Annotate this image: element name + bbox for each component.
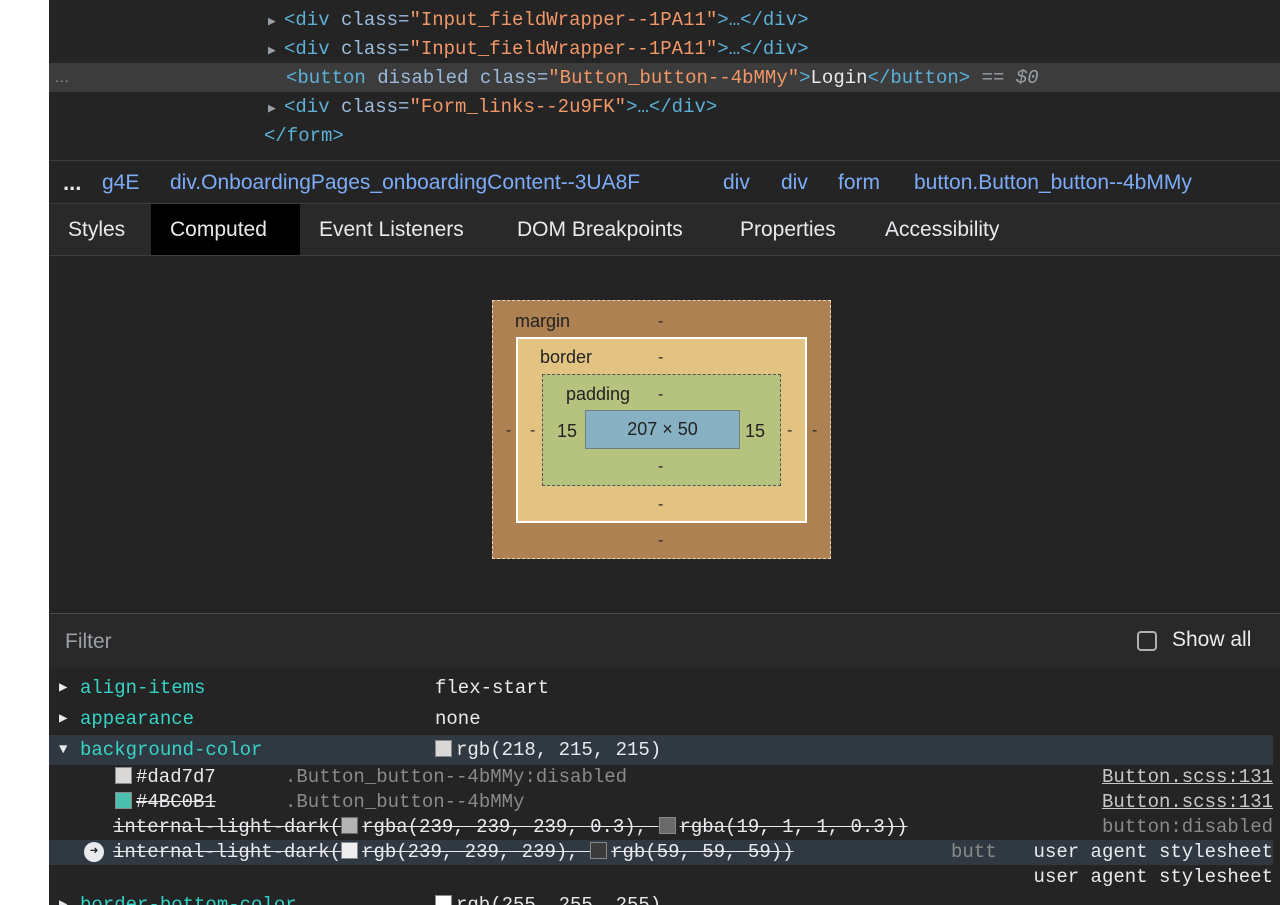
margin-left-value[interactable]: - <box>506 422 511 440</box>
breadcrumb-item[interactable]: div.OnboardingPages_onboardingContent--3… <box>170 161 640 204</box>
box-model-pane: 207 × 50 margin - border - padding - - -… <box>49 256 1280 716</box>
breadcrumb: ... g4E div.OnboardingPages_onboardingCo… <box>49 160 1280 204</box>
elements-dom-tree: ... ▶ <div class="Input_fieldWrapper--1PA… <box>49 0 1280 160</box>
color-swatch-icon[interactable] <box>435 895 452 905</box>
dom-node-form-links[interactable]: ▶ <div class="Form_links--2u9FK">…</div> <box>268 93 717 121</box>
dom-node-input-wrapper-2[interactable]: ▶ <div class="Input_fieldWrapper--1PA11">… <box>268 35 809 63</box>
sidebar-tabs: Styles Computed Event Listeners DOM Brea… <box>49 204 1280 256</box>
margin-top-value[interactable]: - <box>658 313 663 331</box>
property-name: background-color <box>80 739 263 761</box>
property-value-text: rgb(218, 215, 215) <box>456 739 662 761</box>
trace-value: internal-light-dark(rgb(239, 239, 239), … <box>113 841 794 863</box>
color-swatch-icon[interactable] <box>341 842 359 859</box>
tab-dom-breakpoints[interactable]: DOM Breakpoints <box>498 204 702 255</box>
trace-selector: .Button_button--4bMMy:disabled <box>285 766 628 788</box>
trace-value: #4BC0B1 <box>115 790 216 815</box>
breadcrumb-item[interactable]: div <box>781 161 808 204</box>
expand-triangle-icon[interactable]: ▶ <box>268 95 284 123</box>
breadcrumb-overflow[interactable]: ... <box>63 161 81 204</box>
collapse-triangle-icon[interactable]: ▼ <box>59 735 67 765</box>
border-label: border <box>540 347 593 367</box>
trace-source-link[interactable]: Button.scss:131 <box>1102 790 1273 815</box>
node-actions-dots[interactable]: ... <box>55 63 70 92</box>
trace-value: #dad7d7 <box>115 765 216 790</box>
trace-source-link[interactable]: Button.scss:131 <box>1102 765 1273 790</box>
margin-bottom-value[interactable]: - <box>658 532 663 550</box>
property-trace-row-highlighted[interactable]: ➜ internal-light-dark(rgb(239, 239, 239)… <box>49 840 1273 865</box>
devtools-panel: ... ▶ <div class="Input_fieldWrapper--1PA… <box>49 0 1280 905</box>
dom-node-form-close[interactable]: </form> <box>264 122 344 150</box>
padding-bottom-value[interactable]: - <box>658 458 663 476</box>
dom-node-login-button[interactable]: <button disabled class="Button_button--4… <box>286 64 1039 92</box>
navigate-arrow-icon[interactable]: ➜ <box>84 842 104 862</box>
expand-triangle-icon[interactable]: ▶ <box>268 37 284 65</box>
margin-right-value[interactable]: - <box>812 422 817 440</box>
box-model-content-size[interactable]: 207 × 50 <box>585 410 740 449</box>
color-swatch-icon[interactable] <box>115 767 132 784</box>
trace-selector: .Button_button--4bMMy <box>285 791 525 813</box>
trace-source: button:disabled <box>1101 816 1273 838</box>
padding-top-value[interactable]: - <box>658 386 663 404</box>
border-right-value[interactable]: - <box>787 422 792 440</box>
property-value: none <box>435 708 481 730</box>
filter-bar: Show all <box>49 614 1280 668</box>
tab-styles[interactable]: Styles <box>49 204 144 255</box>
property-trace-row[interactable]: internal-light-dark(rgba(239, 239, 239, … <box>49 815 1273 840</box>
color-swatch-icon[interactable] <box>115 792 132 809</box>
show-all-label[interactable]: Show all <box>1172 628 1251 652</box>
trace-source: user agent stylesheet <box>1033 866 1273 888</box>
border-bottom-value[interactable]: - <box>658 496 663 514</box>
breadcrumb-item[interactable]: form <box>838 161 880 204</box>
padding-right-value[interactable]: 15 <box>745 421 765 442</box>
property-value: rgb(218, 215, 215) <box>435 735 661 765</box>
computed-property-row[interactable]: ▶ border-bottom-color rgb(255, 255, 255) <box>49 890 1273 905</box>
color-swatch-icon[interactable] <box>658 817 676 834</box>
trace-source-partial: butt <box>951 841 997 863</box>
color-swatch-icon[interactable] <box>341 817 359 834</box>
border-left-value[interactable]: - <box>530 422 535 440</box>
expand-triangle-icon[interactable]: ▶ <box>268 8 284 36</box>
property-value: rgb(255, 255, 255) <box>435 890 661 905</box>
breadcrumb-item[interactable]: g4E <box>102 161 139 204</box>
margin-label: margin <box>515 311 571 331</box>
breadcrumb-item[interactable]: div <box>723 161 750 204</box>
property-trace-row[interactable]: #4BC0B1 .Button_button--4bMMy Button.scs… <box>49 790 1273 815</box>
color-swatch-icon[interactable] <box>590 842 608 859</box>
tab-event-listeners[interactable]: Event Listeners <box>300 204 483 255</box>
tab-computed[interactable]: Computed <box>151 204 300 255</box>
tab-accessibility[interactable]: Accessibility <box>866 204 1018 255</box>
computed-property-row[interactable]: ▶ appearance none <box>49 704 1273 734</box>
expand-triangle-icon[interactable]: ▶ <box>59 673 67 703</box>
show-all-checkbox[interactable] <box>1137 631 1157 651</box>
expand-triangle-icon[interactable]: ▶ <box>59 890 67 905</box>
padding-left-value[interactable]: 15 <box>557 421 577 442</box>
filter-input[interactable] <box>63 626 667 658</box>
expand-triangle-icon[interactable]: ▶ <box>59 704 67 734</box>
border-top-value[interactable]: - <box>658 349 663 367</box>
property-name: border-bottom-color <box>80 894 297 905</box>
property-name: align-items <box>80 677 206 699</box>
computed-property-row[interactable]: ▶ align-items flex-start <box>49 673 1273 703</box>
trace-source: user agent stylesheet <box>1033 841 1273 863</box>
dom-node-input-wrapper-1[interactable]: ▶ <div class="Input_fieldWrapper--1PA11">… <box>268 6 809 34</box>
computed-property-row-expanded[interactable]: ▼ background-color rgb(218, 215, 215) <box>49 735 1273 765</box>
property-trace-row[interactable]: #dad7d7 .Button_button--4bMMy:disabled B… <box>49 765 1273 790</box>
property-value: flex-start <box>435 677 550 699</box>
padding-label: padding <box>566 384 631 404</box>
property-name: appearance <box>80 708 195 730</box>
trace-value: internal-light-dark(rgba(239, 239, 239, … <box>113 816 908 838</box>
breadcrumb-item-current[interactable]: button.Button_button--4bMMy <box>914 161 1192 204</box>
property-trace-row: user agent stylesheet <box>49 865 1273 890</box>
computed-properties-list: ▶ align-items flex-start ▶ appearance no… <box>49 668 1280 905</box>
tab-properties[interactable]: Properties <box>721 204 855 255</box>
color-swatch-icon[interactable] <box>435 740 452 757</box>
